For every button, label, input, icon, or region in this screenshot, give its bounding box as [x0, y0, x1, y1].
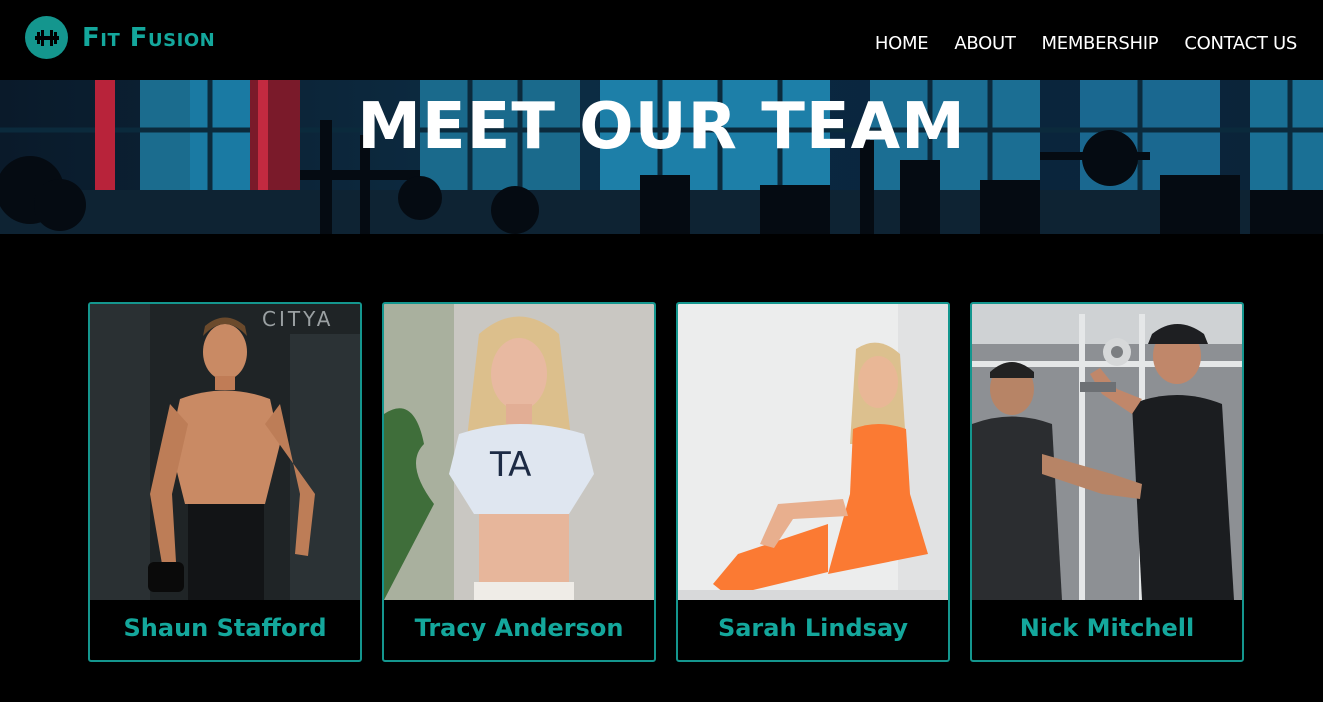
trainer-photo — [678, 304, 948, 600]
top-navbar: Fit Fusion HOME ABOUT MEMBERSHIP CONTACT… — [0, 0, 1323, 80]
team-grid: CITYA Shaun Stafford TA Tracy Anderson S… — [88, 302, 1248, 702]
trainer-photo — [972, 304, 1242, 600]
logo[interactable]: Fit Fusion — [25, 16, 215, 59]
main-nav: HOME ABOUT MEMBERSHIP CONTACT US — [875, 33, 1297, 54]
nav-about[interactable]: ABOUT — [954, 33, 1015, 54]
page-title: MEET OUR TEAM — [357, 90, 966, 164]
dumbbell-icon — [25, 16, 68, 59]
trainer-photo: TA — [384, 304, 654, 600]
hero-banner: MEET OUR TEAM — [0, 80, 1323, 234]
brand-name: Fit Fusion — [82, 22, 216, 53]
nav-contact-us[interactable]: CONTACT US — [1184, 33, 1297, 54]
team-card[interactable]: TA Tracy Anderson — [382, 302, 656, 662]
photo-text: CITYA — [262, 307, 333, 331]
shirt-logo: TA — [489, 445, 531, 485]
nav-home[interactable]: HOME — [875, 33, 929, 54]
nav-membership[interactable]: MEMBERSHIP — [1042, 33, 1159, 54]
trainer-name: Shaun Stafford — [123, 614, 327, 642]
team-card[interactable]: CITYA Shaun Stafford — [88, 302, 362, 662]
trainer-name: Tracy Anderson — [414, 614, 624, 642]
trainer-name: Nick Mitchell — [1019, 614, 1195, 642]
team-card[interactable]: Sarah Lindsay — [676, 302, 950, 662]
trainer-name: Sarah Lindsay — [717, 614, 909, 642]
trainer-photo: CITYA — [90, 304, 360, 600]
team-card[interactable]: Nick Mitchell — [970, 302, 1244, 662]
